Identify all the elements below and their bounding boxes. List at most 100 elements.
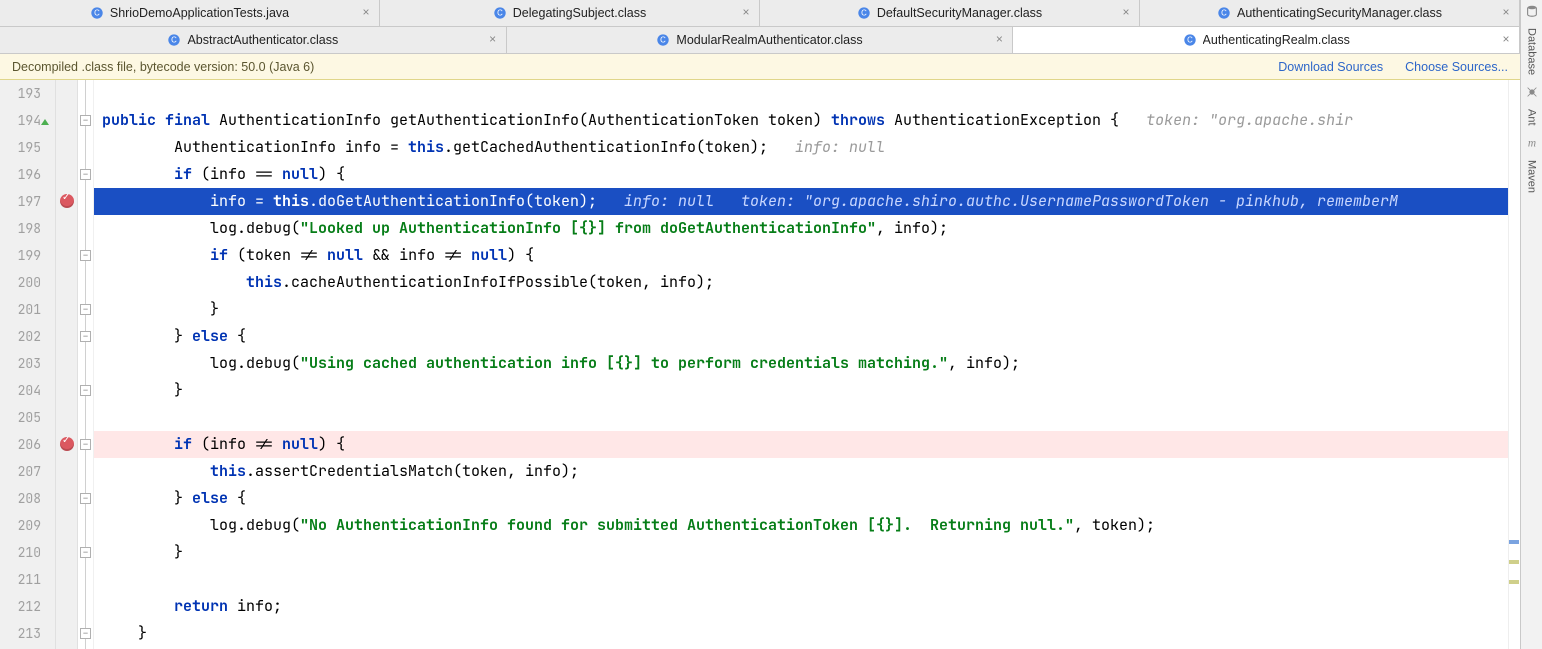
code-line[interactable]: log.debug("Looked up AuthenticationInfo … bbox=[94, 215, 1520, 242]
fold-toggle[interactable]: − bbox=[80, 493, 91, 504]
svg-text:C: C bbox=[661, 36, 667, 45]
line-number: 211 bbox=[0, 566, 41, 593]
maven-icon[interactable]: m bbox=[1525, 136, 1539, 150]
line-number: 200 bbox=[0, 269, 41, 296]
tab-abstractauthenticator[interactable]: C AbstractAuthenticator.class × bbox=[0, 27, 507, 53]
fold-toggle[interactable]: − bbox=[80, 169, 91, 180]
close-icon[interactable]: × bbox=[1119, 5, 1133, 19]
fold-gutter[interactable]: − − − − − − − − − − bbox=[78, 80, 94, 649]
class-icon: C bbox=[857, 6, 871, 20]
code-line[interactable]: } bbox=[94, 539, 1520, 566]
tab-delegatingsubject[interactable]: C DelegatingSubject.class × bbox=[380, 0, 760, 26]
tab-row-1: C ShrioDemoApplicationTests.java × C Del… bbox=[0, 0, 1520, 27]
download-sources-link[interactable]: Download Sources bbox=[1278, 60, 1383, 74]
line-number: 202 bbox=[0, 323, 41, 350]
class-icon: C bbox=[167, 33, 181, 47]
line-number: 203 bbox=[0, 350, 41, 377]
editor[interactable]: 1931941951961971981992002012022032042052… bbox=[0, 80, 1520, 649]
line-number: 205 bbox=[0, 404, 41, 431]
code-line[interactable]: log.debug("Using cached authentication i… bbox=[94, 350, 1520, 377]
code-line[interactable]: this.cacheAuthenticationInfoIfPossible(t… bbox=[94, 269, 1520, 296]
right-tool-sidebar: Database Ant m Maven bbox=[1520, 0, 1542, 649]
line-number: 204 bbox=[0, 377, 41, 404]
tab-modularrealmauthenticator[interactable]: C ModularRealmAuthenticator.class × bbox=[507, 27, 1014, 53]
code-area[interactable]: public final AuthenticationInfo getAuthe… bbox=[94, 80, 1520, 649]
code-line[interactable]: info = this.doGetAuthenticationInfo(toke… bbox=[94, 188, 1520, 215]
code-line[interactable]: } bbox=[94, 620, 1520, 647]
line-number: 199 bbox=[0, 242, 41, 269]
line-number: 195 bbox=[0, 134, 41, 161]
fold-toggle[interactable]: − bbox=[80, 439, 91, 450]
svg-text:m: m bbox=[1527, 137, 1535, 149]
line-number: 197 bbox=[0, 188, 41, 215]
stripe-mark[interactable] bbox=[1509, 540, 1519, 544]
fold-toggle[interactable]: − bbox=[80, 547, 91, 558]
close-icon[interactable]: × bbox=[1499, 5, 1513, 19]
tab-authenticatingrealm[interactable]: C AuthenticatingRealm.class × bbox=[1013, 27, 1520, 53]
close-icon[interactable]: × bbox=[1499, 32, 1513, 46]
notice-text: Decompiled .class file, bytecode version… bbox=[12, 60, 314, 74]
choose-sources-link[interactable]: Choose Sources... bbox=[1405, 60, 1508, 74]
code-line[interactable]: } bbox=[94, 296, 1520, 323]
class-icon: C bbox=[1217, 6, 1231, 20]
tab-shriodemoapplicationtests[interactable]: C ShrioDemoApplicationTests.java × bbox=[0, 0, 380, 26]
svg-text:C: C bbox=[172, 36, 178, 45]
code-line[interactable]: } else { bbox=[94, 323, 1520, 350]
tab-label: AbstractAuthenticator.class bbox=[187, 33, 338, 47]
code-line[interactable]: log.debug("No AuthenticationInfo found f… bbox=[94, 512, 1520, 539]
fold-toggle[interactable]: − bbox=[80, 115, 91, 126]
line-number: 206 bbox=[0, 431, 41, 458]
close-icon[interactable]: × bbox=[359, 5, 373, 19]
code-line[interactable]: AuthenticationInfo info = this.getCached… bbox=[94, 134, 1520, 161]
stripe-mark[interactable] bbox=[1509, 560, 1519, 564]
code-line[interactable]: } else { bbox=[94, 485, 1520, 512]
breakpoint-icon[interactable] bbox=[60, 194, 74, 208]
line-number: 213 bbox=[0, 620, 41, 647]
fold-toggle[interactable]: − bbox=[80, 250, 91, 261]
override-up-icon[interactable] bbox=[40, 118, 50, 128]
database-tool[interactable]: Database bbox=[1526, 26, 1538, 77]
fold-toggle[interactable]: − bbox=[80, 385, 91, 396]
breakpoint-icon[interactable] bbox=[60, 437, 74, 451]
line-number: 198 bbox=[0, 215, 41, 242]
line-number: 201 bbox=[0, 296, 41, 323]
stripe-mark[interactable] bbox=[1509, 580, 1519, 584]
breakpoint-gutter[interactable] bbox=[56, 80, 78, 649]
close-icon[interactable]: × bbox=[739, 5, 753, 19]
class-icon: C bbox=[493, 6, 507, 20]
maven-tool[interactable]: Maven bbox=[1526, 158, 1538, 195]
decompiled-notice: Decompiled .class file, bytecode version… bbox=[0, 54, 1520, 80]
svg-text:C: C bbox=[861, 9, 867, 18]
code-line[interactable]: } bbox=[94, 377, 1520, 404]
line-number: 207 bbox=[0, 458, 41, 485]
fold-toggle[interactable]: − bbox=[80, 628, 91, 639]
line-number: 196 bbox=[0, 161, 41, 188]
database-icon[interactable] bbox=[1525, 4, 1539, 18]
code-line[interactable]: if (info != null) { bbox=[94, 431, 1520, 458]
code-line[interactable]: if (token != null && info != null) { bbox=[94, 242, 1520, 269]
tab-label: AuthenticatingRealm.class bbox=[1203, 33, 1350, 47]
code-line[interactable]: public final AuthenticationInfo getAuthe… bbox=[94, 107, 1520, 134]
ant-tool[interactable]: Ant bbox=[1526, 107, 1538, 128]
tab-label: DefaultSecurityManager.class bbox=[877, 6, 1042, 20]
fold-toggle[interactable]: − bbox=[80, 304, 91, 315]
tab-defaultsecuritymanager[interactable]: C DefaultSecurityManager.class × bbox=[760, 0, 1140, 26]
ant-icon[interactable] bbox=[1525, 85, 1539, 99]
close-icon[interactable]: × bbox=[992, 32, 1006, 46]
code-line[interactable] bbox=[94, 404, 1520, 431]
code-line[interactable] bbox=[94, 80, 1520, 107]
tab-label: ModularRealmAuthenticator.class bbox=[676, 33, 862, 47]
svg-text:C: C bbox=[1187, 36, 1193, 45]
code-line[interactable]: this.assertCredentialsMatch(token, info)… bbox=[94, 458, 1520, 485]
tab-label: DelegatingSubject.class bbox=[513, 6, 646, 20]
error-stripe[interactable] bbox=[1508, 80, 1520, 649]
fold-toggle[interactable]: − bbox=[80, 331, 91, 342]
svg-text:C: C bbox=[497, 9, 503, 18]
line-number: 210 bbox=[0, 539, 41, 566]
tab-authenticatingsecuritymanager[interactable]: C AuthenticatingSecurityManager.class × bbox=[1140, 0, 1520, 26]
code-line[interactable] bbox=[94, 566, 1520, 593]
close-icon[interactable]: × bbox=[486, 32, 500, 46]
code-line[interactable]: return info; bbox=[94, 593, 1520, 620]
tab-label: AuthenticatingSecurityManager.class bbox=[1237, 6, 1442, 20]
code-line[interactable]: if (info == null) { bbox=[94, 161, 1520, 188]
